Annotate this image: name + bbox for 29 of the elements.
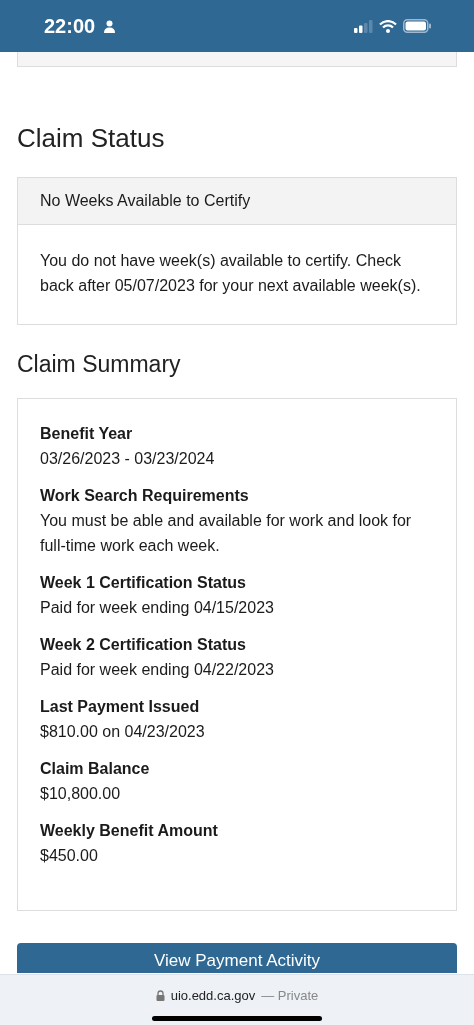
section-heading: Claim Summary bbox=[17, 350, 182, 379]
field-label: Week 2 Certification Status bbox=[40, 635, 247, 655]
field-value: You must be able and available for work and look for full-time work each week. bbox=[40, 511, 413, 556]
field-value: 03/26/2023 - 03/23/2024 bbox=[40, 449, 216, 469]
card-header: No Weeks Available to Certify bbox=[18, 178, 456, 225]
field-value: Paid for week ending 04/22/2023 bbox=[40, 660, 275, 680]
field-label: Last Payment Issued bbox=[40, 697, 201, 717]
address-bar[interactable]: uio.edd.ca.gov — Private bbox=[0, 974, 474, 1025]
field-value: $810.00 on 04/23/2023 bbox=[40, 722, 206, 742]
signal-icon bbox=[354, 19, 373, 33]
field-label: Week 1 Certification Status bbox=[40, 573, 247, 593]
field-label: Work Search Requirements bbox=[40, 486, 250, 506]
field-value: Paid for week ending 04/15/2023 bbox=[40, 598, 275, 618]
person-icon bbox=[103, 19, 117, 33]
clock-time: 22:00 bbox=[44, 14, 96, 38]
status-message: You do not have week(s) available to certify. Check back after 05/07/2023 for your next available week(s). bbox=[39, 251, 422, 296]
home-indicator[interactable] bbox=[152, 1016, 322, 1021]
field-label: Benefit Year bbox=[40, 424, 134, 444]
view-payment-activity-button[interactable]: View Payment Activity bbox=[17, 943, 457, 973]
field-value: $10,800.00 bbox=[40, 784, 122, 804]
field-label: Claim Balance bbox=[40, 759, 151, 779]
field-value: $450.00 bbox=[40, 846, 99, 866]
lock-icon bbox=[155, 990, 165, 1001]
section-heading: Claim Status bbox=[17, 123, 166, 153]
field-label: Weekly Benefit Amount bbox=[40, 821, 219, 841]
url-domain: uio.edd.ca.gov bbox=[170, 988, 256, 1003]
browsing-mode: — Private bbox=[261, 988, 319, 1003]
battery-icon bbox=[403, 19, 432, 33]
wifi-icon bbox=[379, 19, 397, 33]
